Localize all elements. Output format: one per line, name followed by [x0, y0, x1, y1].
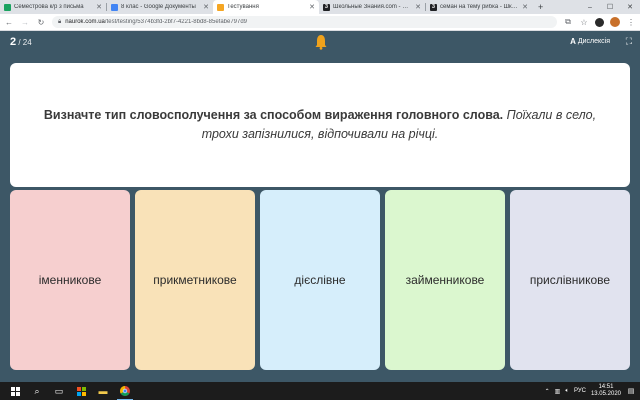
file-explorer-icon[interactable]: ▬ [92, 382, 114, 400]
tab-title: Тестування [227, 4, 259, 10]
total-questions: / 24 [16, 38, 32, 47]
back-arrow-icon[interactable]: ← [4, 18, 14, 27]
answer-option[interactable]: прикметникове [135, 190, 255, 370]
browser-tab[interactable]: З Школьные Знания.com - Вирш ✕ [319, 0, 425, 14]
tab-title: Школьные Знания.com - Вирш [333, 4, 413, 10]
dyslexia-icon: A [570, 37, 576, 46]
avatar[interactable] [610, 17, 620, 27]
browser-tab-active[interactable]: Тестування ✕ [213, 0, 319, 14]
bell-favicon-icon [217, 3, 224, 11]
taskbar: ⌕ ▭ ▬ ⌃ ▥ 🔈︎ РУС 14:51 13.05.2020 ▤ [0, 382, 640, 400]
znanija-favicon-icon: З [323, 3, 330, 11]
new-tab-button[interactable]: + [532, 0, 549, 14]
znanija-favicon-icon: З [430, 3, 437, 11]
close-icon[interactable]: ✕ [96, 3, 102, 11]
volume-icon[interactable]: 🔈︎ [565, 388, 569, 395]
url-path: /test/testing/5374b3fd-2bf7-4221-8bd8-85… [104, 19, 248, 25]
reload-icon[interactable]: ↻ [36, 18, 46, 27]
minimize-button[interactable]: – [580, 0, 600, 14]
menu-icon[interactable]: ⋮ [626, 18, 636, 27]
tab-title: 8 клас - Google Документы [121, 4, 196, 10]
dyslexia-label: Дислексія [577, 38, 610, 45]
url-text: naurok.com.ua/test/testing/5374b3fd-2bf7… [65, 19, 247, 25]
browser-tab[interactable]: 8 клас - Google Документы ✕ [107, 0, 213, 14]
question-instruction: Визначте тип словосполучення за способом… [43, 108, 504, 122]
forward-arrow-icon[interactable]: → [20, 18, 30, 27]
extension-icon[interactable] [595, 17, 604, 27]
docs-favicon-icon [111, 3, 118, 11]
close-icon[interactable]: ✕ [203, 3, 209, 11]
sheets-favicon-icon [4, 3, 11, 11]
dyslexia-toggle[interactable]: A Дислексія [570, 37, 610, 46]
start-button[interactable] [4, 382, 26, 400]
answer-options: іменникове прикметникове дієслівне займе… [10, 190, 630, 370]
window-controls: – ☐ ✕ [580, 0, 640, 14]
browser-tab-strip: Семестрова к/р з письма ✕ 8 клас - Googl… [0, 0, 640, 14]
answer-option[interactable]: прислівникове [510, 190, 630, 370]
network-icon[interactable]: ▥ [555, 388, 561, 395]
close-icon[interactable]: ✕ [309, 3, 315, 11]
close-window-button[interactable]: ✕ [620, 0, 640, 14]
browser-tab[interactable]: Семестрова к/р з письма ✕ [0, 0, 106, 14]
question-counter: 2 / 24 [10, 36, 32, 48]
search-icon[interactable]: ⌕ [26, 382, 48, 400]
chrome-icon [120, 386, 130, 396]
chrome-app-icon[interactable] [114, 382, 136, 400]
answer-option[interactable]: дієслівне [260, 190, 380, 370]
store-icon [76, 386, 86, 396]
answer-option[interactable]: іменникове [10, 190, 130, 370]
close-icon[interactable]: ✕ [522, 3, 528, 11]
tab-title: Семестрова к/р з письма [14, 4, 84, 10]
lock-icon[interactable]: 🔒︎ [58, 19, 61, 26]
clock-date: 13.05.2020 [590, 391, 621, 397]
translate-icon[interactable]: ⧉ [563, 17, 573, 27]
url-host: naurok.com.ua [65, 19, 105, 25]
clock-time: 14:51 [598, 384, 614, 390]
browser-tab[interactable]: З семан на тему рибка - Школьн ✕ [426, 0, 532, 14]
bell-icon [315, 35, 327, 50]
clock[interactable]: 14:51 13.05.2020 [591, 384, 621, 398]
language-indicator[interactable]: РУС [574, 388, 586, 394]
system-tray: ⌃ ▥ 🔈︎ РУС 14:51 13.05.2020 ▤ [545, 384, 640, 398]
notifications-icon[interactable]: ▤ [626, 386, 636, 396]
windows-icon [10, 386, 20, 396]
fullscreen-icon[interactable]: ⛶ [626, 36, 632, 47]
question-text: Визначте тип словосполучення за способом… [34, 106, 606, 144]
answer-option[interactable]: займенникове [385, 190, 505, 370]
task-view-icon[interactable]: ▭ [48, 382, 70, 400]
store-app-icon[interactable] [70, 382, 92, 400]
show-hidden-icons-icon[interactable]: ⌃ [545, 388, 550, 395]
url-input[interactable]: 🔒︎ naurok.com.ua/test/testing/5374b3fd-2… [52, 16, 557, 28]
tab-title: семан на тему рибка - Школьн [440, 4, 520, 10]
star-icon[interactable]: ☆ [579, 18, 589, 27]
maximize-button[interactable]: ☐ [600, 0, 620, 14]
close-icon[interactable]: ✕ [415, 3, 421, 11]
test-header: 2 / 24 A Дислексія ⛶ [0, 31, 640, 53]
address-bar-row: ← → ↻ 🔒︎ naurok.com.ua/test/testing/5374… [0, 14, 640, 31]
question-card: Визначте тип словосполучення за способом… [10, 63, 630, 187]
